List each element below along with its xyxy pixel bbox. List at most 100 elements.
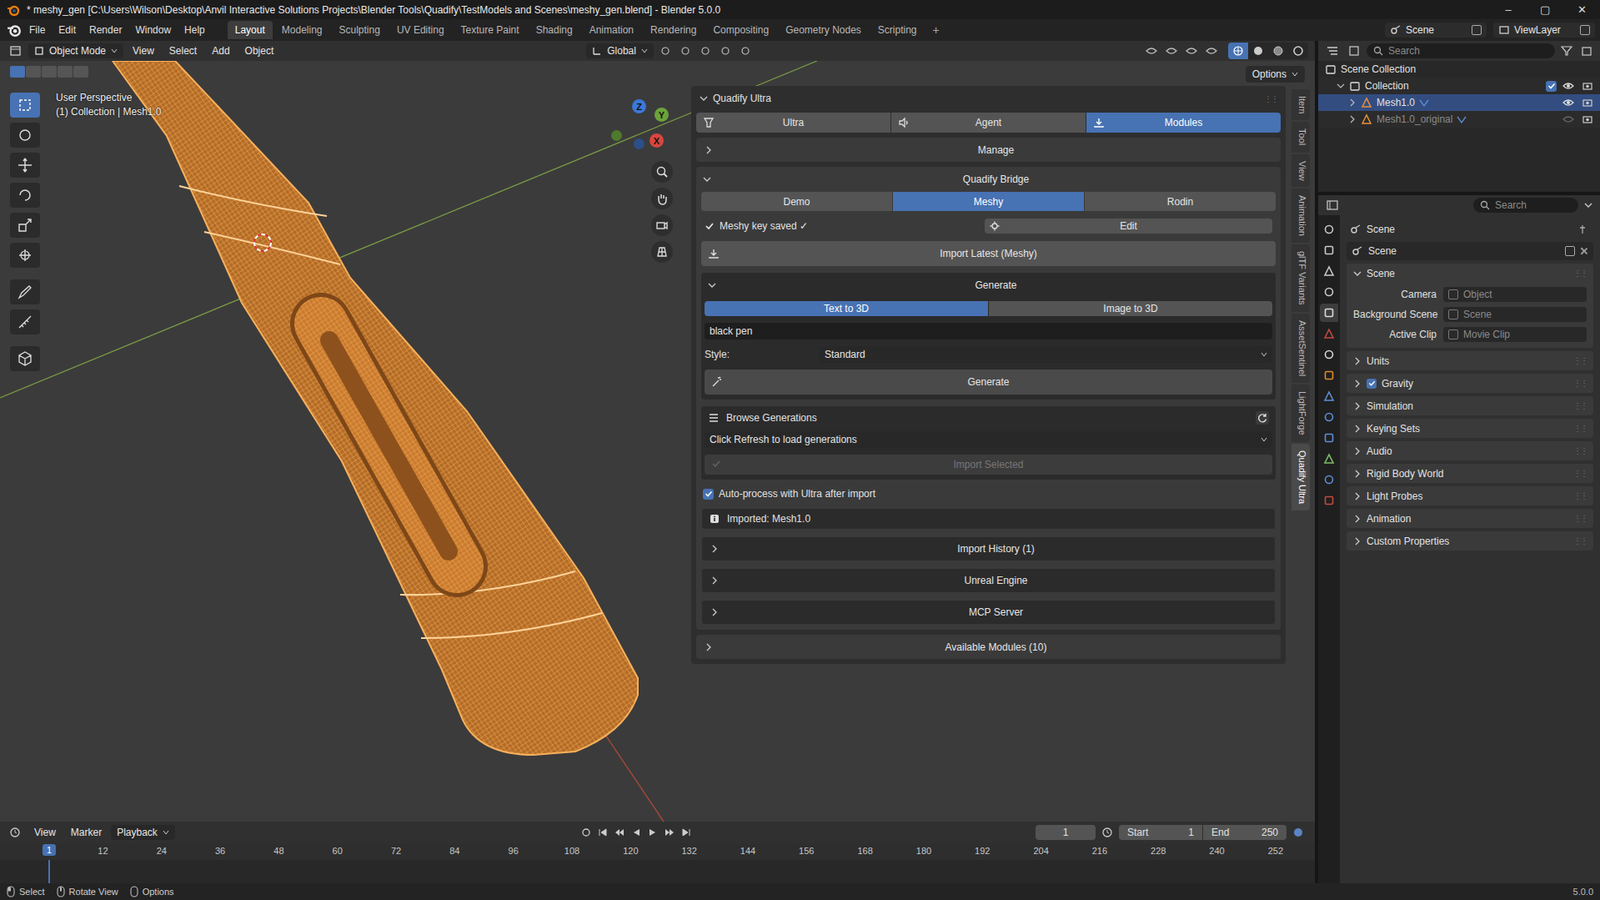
menu-item[interactable]: Window [129, 21, 177, 39]
options-button[interactable]: Options [1245, 65, 1305, 83]
properties-tab-icon[interactable] [1319, 220, 1339, 239]
provider-tab[interactable]: Rodin [1084, 191, 1276, 211]
properties-tab-icon[interactable] [1319, 428, 1339, 447]
selection-mode-button[interactable] [10, 65, 26, 78]
viewport-menu[interactable]: View [126, 43, 161, 59]
play-icon[interactable] [645, 825, 661, 839]
drag-grip-icon[interactable]: ⋮⋮ [1573, 468, 1587, 478]
menu-item[interactable]: Render [83, 21, 128, 39]
drag-grip-icon[interactable]: ⋮⋮ [1573, 356, 1587, 366]
snapping-icon[interactable] [657, 43, 674, 59]
subsection-header[interactable]: Import History (1) [701, 536, 1276, 562]
prompt-input[interactable]: black pen [704, 322, 1273, 340]
window-control-button[interactable]: ▢ [1526, 3, 1564, 16]
section-header[interactable]: Quadify Bridge [699, 168, 1278, 191]
current-frame-field[interactable]: 1 [1035, 824, 1096, 840]
scene-selector[interactable]: Scene [1384, 22, 1487, 38]
property-field[interactable]: Scene [1443, 306, 1587, 322]
zoom-icon[interactable] [651, 160, 673, 183]
refresh-icon[interactable] [1255, 411, 1269, 425]
cursor-tool-icon[interactable] [10, 122, 41, 148]
expand-arrow-icon[interactable] [1348, 98, 1357, 107]
overlay-icon[interactable] [1163, 43, 1180, 59]
selection-mode-button[interactable] [57, 65, 73, 78]
generate-button[interactable]: Generate [704, 369, 1273, 395]
expand-arrow-icon[interactable] [1336, 81, 1345, 91]
selection-mode-button[interactable] [41, 65, 57, 78]
display-mode-icon[interactable] [1344, 43, 1364, 59]
subsection-header[interactable]: MCP Server [701, 599, 1276, 625]
editor-type-icon[interactable] [1323, 197, 1342, 213]
editor-type-icon[interactable] [6, 824, 26, 840]
properties-tab-icon[interactable] [1319, 282, 1339, 301]
outliner-row[interactable]: Collection [1318, 77, 1600, 95]
subpanel-header[interactable]: Light Probes⋮⋮ [1346, 486, 1594, 506]
subpanel-header[interactable]: Rigid Body World⋮⋮ [1346, 463, 1594, 483]
workspace-tab[interactable]: Geometry Nodes [777, 20, 869, 40]
auto-process-checkbox[interactable] [702, 488, 714, 500]
property-field[interactable]: Movie Clip [1443, 326, 1587, 342]
menu-item[interactable]: Help [178, 21, 211, 39]
ortho-grid-icon[interactable] [651, 240, 673, 263]
properties-tab-icon[interactable] [1319, 303, 1339, 322]
clock-icon[interactable] [1098, 824, 1116, 840]
timeline-menu[interactable]: Marker [65, 824, 108, 840]
section-header[interactable]: Manage [696, 137, 1281, 162]
workspace-tab[interactable]: Layout [227, 20, 273, 40]
playback-dropdown[interactable]: Playback [110, 824, 176, 840]
sidebar-tab[interactable]: Item [1291, 89, 1310, 121]
play-reverse-icon[interactable] [628, 825, 644, 839]
properties-tab-icon[interactable] [1319, 470, 1339, 489]
provider-tab[interactable]: Demo [701, 191, 893, 211]
rotate-tool-icon[interactable] [10, 182, 41, 208]
workspace-tab[interactable]: Scripting [870, 20, 925, 40]
selection-mode-button[interactable] [25, 65, 41, 78]
outliner-search[interactable]: Search [1366, 43, 1555, 59]
blender-logo-icon[interactable] [6, 22, 22, 38]
sidebar-tab[interactable]: Animation [1291, 188, 1310, 243]
scene-datablock-field[interactable]: Scene [1346, 241, 1594, 261]
outliner-row[interactable]: Mesh1.0_original [1318, 110, 1600, 128]
exclude-checkbox[interactable] [1545, 80, 1557, 92]
subpanel-header[interactable]: Simulation⋮⋮ [1346, 396, 1594, 416]
visibility-eye-icon[interactable] [1560, 97, 1576, 108]
overlay-icon[interactable] [1183, 43, 1200, 59]
workspace-tab[interactable]: Modeling [274, 20, 331, 40]
workspace-tab[interactable]: Compositing [705, 20, 777, 40]
solid-shading-button[interactable] [1248, 42, 1269, 60]
style-dropdown[interactable]: Standard [819, 346, 1273, 363]
main-tab[interactable]: Agent [891, 112, 1086, 133]
window-control-button[interactable]: ✕ [1563, 3, 1600, 16]
select-tool-icon[interactable] [10, 92, 41, 118]
wireframe-shading-button[interactable] [1228, 42, 1249, 60]
edit-key-button[interactable]: Edit [984, 218, 1273, 234]
viewport-menu[interactable]: Add [205, 43, 236, 59]
sidebar-tab[interactable]: LightForge [1291, 384, 1310, 442]
snapping-icon[interactable] [737, 43, 754, 59]
properties-tab-icon[interactable] [1319, 407, 1339, 427]
options-arrow-icon[interactable] [1581, 199, 1595, 211]
provider-tab[interactable]: Meshy [892, 191, 1084, 211]
window-control-button[interactable]: – [1489, 3, 1527, 16]
snapping-icon[interactable] [697, 43, 714, 59]
drag-grip-icon[interactable]: ⋮⋮ [1573, 423, 1587, 433]
overlay-icon[interactable] [1203, 43, 1220, 59]
3d-cursor-icon[interactable] [254, 234, 271, 251]
properties-tab-icon[interactable] [1319, 386, 1339, 406]
expand-arrow-icon[interactable] [1348, 115, 1357, 124]
move-tool-icon[interactable] [10, 152, 41, 178]
import-latest-button[interactable]: Import Latest (Meshy) [701, 240, 1276, 266]
drag-grip-icon[interactable]: ⋮⋮ [1573, 268, 1587, 278]
menu-item[interactable]: Edit [52, 21, 82, 39]
timeline-ruler[interactable]: 1122436486072849610812013214415616818019… [0, 842, 1315, 883]
scale-tool-icon[interactable] [10, 212, 41, 238]
snapping-icon[interactable] [717, 43, 734, 59]
workspace-tab[interactable]: Shading [528, 20, 581, 40]
properties-tab-icon[interactable] [1319, 366, 1339, 385]
3d-viewport[interactable]: User Perspective(1) Collection | Mesh1.0… [0, 60, 1315, 822]
gizmo-axis[interactable]: Z [631, 99, 647, 114]
workspace-tab[interactable]: Texture Paint [453, 20, 527, 40]
drag-grip-icon[interactable]: ⋮⋮ [1573, 401, 1587, 411]
subpanel-header[interactable]: Animation⋮⋮ [1346, 508, 1594, 528]
visibility-eye-icon[interactable] [1560, 80, 1576, 91]
